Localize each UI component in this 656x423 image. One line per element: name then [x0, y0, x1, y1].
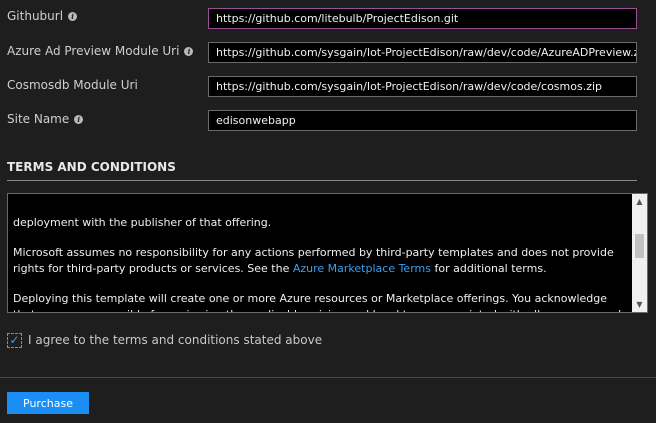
azure-ad-preview-label-text: Azure Ad Preview Module Uri: [7, 44, 180, 58]
scroll-thumb[interactable]: [635, 234, 644, 258]
azure-ad-preview-row: Azure Ad Preview Module Uri i https://gi…: [0, 42, 656, 64]
agree-row: ✓ I agree to the terms and conditions st…: [7, 331, 322, 349]
cosmosdb-row: Cosmosdb Module Uri https://github.com/s…: [0, 76, 656, 98]
githuburl-row: Githuburl i https://github.com/litebulb/…: [0, 7, 656, 29]
site-name-row: Site Name i edisonwebapp: [0, 110, 656, 132]
terms-paragraph-2-tail: for additional terms.: [430, 261, 547, 275]
azure-ad-preview-input[interactable]: https://github.com/sysgain/Iot-ProjectEd…: [208, 42, 637, 63]
purchase-button[interactable]: Purchase: [7, 392, 89, 414]
site-name-label-text: Site Name: [7, 112, 70, 126]
scroll-down-icon[interactable]: ▼: [632, 297, 647, 312]
footer-divider: [0, 377, 656, 378]
scroll-up-icon[interactable]: ▲: [632, 194, 647, 209]
terms-paragraph-2: Microsoft assumes no responsibility for …: [13, 245, 628, 276]
terms-text-area[interactable]: deployment with the publisher of that of…: [7, 193, 648, 313]
terms-paragraph-1: deployment with the publisher of that of…: [13, 215, 272, 229]
terms-title: TERMS AND CONDITIONS: [7, 160, 176, 174]
terms-scrollbar[interactable]: ▲ ▼: [632, 194, 647, 312]
githuburl-label-text: Githuburl: [7, 9, 64, 23]
terms-content: deployment with the publisher of that of…: [13, 194, 628, 313]
cosmosdb-label: Cosmosdb Module Uri: [7, 78, 138, 92]
cosmosdb-label-text: Cosmosdb Module Uri: [7, 78, 138, 92]
azure-ad-preview-label: Azure Ad Preview Module Uri i: [7, 44, 194, 58]
githuburl-input[interactable]: https://github.com/litebulb/ProjectEdiso…: [208, 8, 637, 29]
site-name-label: Site Name i: [7, 112, 84, 126]
site-name-input[interactable]: edisonwebapp: [208, 110, 637, 131]
cosmosdb-input[interactable]: https://github.com/sysgain/Iot-ProjectEd…: [208, 76, 637, 97]
info-icon[interactable]: i: [74, 114, 84, 124]
info-icon[interactable]: i: [68, 11, 78, 21]
section-divider: [7, 180, 637, 181]
agree-checkbox[interactable]: ✓: [7, 332, 22, 348]
terms-paragraph-3: Deploying this template will create one …: [13, 292, 621, 312]
azure-marketplace-terms-link[interactable]: Azure Marketplace Terms: [293, 262, 431, 275]
terms-cutoff-line: [13, 194, 628, 200]
info-icon[interactable]: i: [184, 46, 194, 56]
agree-label[interactable]: I agree to the terms and conditions stat…: [28, 333, 322, 347]
githuburl-label: Githuburl i: [7, 9, 78, 23]
